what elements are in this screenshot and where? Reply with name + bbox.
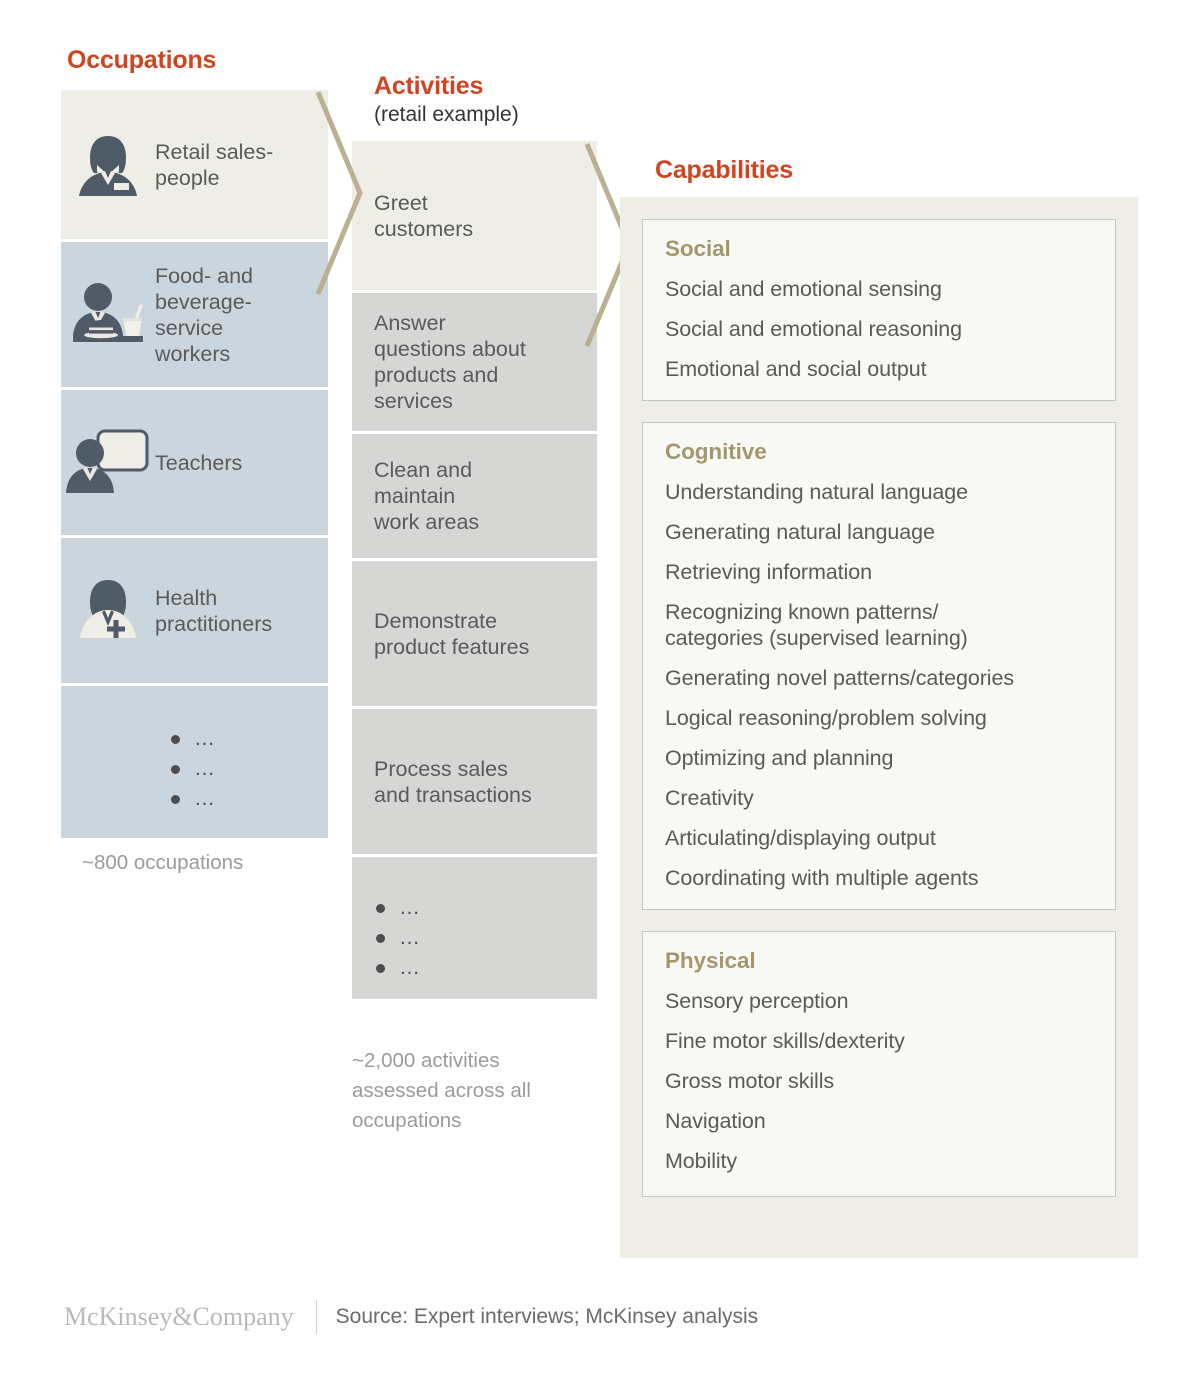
occupation-row-food-beverage-workers[interactable]: Food- and beverage- service workers [61, 242, 328, 390]
ellipsis-list: … … … [61, 686, 328, 814]
activity-row-greet-customers[interactable]: Greet customers [352, 141, 597, 293]
capability-item: Generating natural language [665, 520, 935, 544]
occupations-caption: ~800 occupations [82, 851, 244, 874]
footer-source-text: Source: Expert interviews; McKinsey anal… [335, 1305, 759, 1328]
bullet-icon [376, 933, 385, 943]
occupation-label: Teachers [155, 450, 243, 475]
activity-label: Greet customers [374, 190, 474, 241]
health-practitioner-icon [61, 574, 155, 648]
ellipsis-text: … [194, 787, 218, 810]
activities-column: Greet customers Answer questions about p… [352, 141, 597, 999]
capability-group-title: Physical [665, 948, 756, 973]
list-item: … [376, 893, 587, 923]
capability-item: Generating novel patterns/categories [665, 666, 1014, 690]
occupation-row-teachers[interactable]: Teachers [61, 390, 328, 538]
capability-item: Sensory perception [665, 989, 849, 1013]
capability-group-cognitive[interactable]: Cognitive Understanding natural language… [642, 422, 1116, 910]
capability-item: Optimizing and planning [665, 746, 894, 770]
activity-row-answer-questions[interactable]: Answer questions about products and serv… [352, 293, 597, 434]
footer: McKinsey&Company Source: Expert intervie… [64, 1300, 758, 1334]
capability-group-title: Cognitive [665, 439, 767, 464]
list-item: … [171, 784, 328, 814]
activity-label: Clean and maintain work areas [374, 458, 480, 534]
capability-group-physical[interactable]: Physical Sensory perception Fine motor s… [642, 931, 1116, 1197]
occupations-column: Retail sales- people Food- and beverage-… [61, 90, 328, 838]
activity-label: Process sales and transactions [374, 756, 532, 807]
bullet-icon [171, 734, 180, 744]
retail-salesperson-icon [61, 128, 155, 202]
ellipsis-text: … [194, 757, 218, 780]
capability-group-title: Social [665, 236, 731, 261]
list-item: … [171, 754, 328, 784]
capability-item: Coordinating with multiple agents [665, 866, 979, 890]
occupation-row-retail-salespeople[interactable]: Retail sales- people [61, 90, 328, 242]
list-item: … [376, 923, 587, 953]
activity-row-clean-maintain[interactable]: Clean and maintain work areas [352, 434, 597, 561]
list-item: … [171, 724, 328, 754]
activities-column-title: Activities [374, 72, 484, 100]
occupation-label: Health practitioners [155, 585, 273, 636]
food-beverage-worker-icon [61, 278, 155, 352]
bullet-icon [376, 963, 385, 973]
activities-caption: ~2,000 activities assessed across all oc… [352, 1049, 531, 1132]
capability-item: Mobility [665, 1149, 738, 1173]
bullet-icon [171, 794, 180, 804]
capability-group-social[interactable]: Social Social and emotional sensing Soci… [642, 219, 1116, 401]
activity-row-more: … … … [352, 857, 597, 999]
capability-item: Articulating/displaying output [665, 826, 936, 850]
capability-item: Logical reasoning/problem solving [665, 706, 987, 730]
capability-item: Fine motor skills/dexterity [665, 1029, 905, 1053]
teacher-icon [61, 425, 155, 501]
capabilities-column-title: Capabilities [655, 156, 793, 184]
activity-label: Demonstrate product features [374, 608, 530, 659]
capabilities-panel: Social Social and emotional sensing Soci… [620, 197, 1138, 1258]
ellipsis-text: … [399, 956, 423, 979]
capability-item: Social and emotional sensing [665, 277, 942, 301]
infographic-canvas: Occupations Activities (retail example) … [0, 0, 1190, 1376]
activity-row-demonstrate-features[interactable]: Demonstrate product features [352, 561, 597, 709]
capability-item: Recognizing known patterns/ categories (… [665, 600, 968, 650]
bullet-icon [171, 764, 180, 774]
capability-item: Emotional and social output [665, 357, 927, 381]
occupation-label: Retail sales- people [155, 139, 274, 190]
ellipsis-text: … [399, 926, 423, 949]
ellipsis-text: … [399, 896, 423, 919]
activities-column-subtitle: (retail example) [374, 103, 519, 126]
footer-divider [315, 1300, 317, 1334]
activity-row-process-sales[interactable]: Process sales and transactions [352, 709, 597, 857]
capability-item: Gross motor skills [665, 1069, 835, 1093]
capability-item: Understanding natural language [665, 480, 969, 504]
capability-item: Social and emotional reasoning [665, 317, 963, 341]
capability-item: Navigation [665, 1109, 766, 1133]
mckinsey-logo: McKinsey&Company [64, 1302, 294, 1331]
capability-item: Creativity [665, 786, 754, 810]
occupation-label: Food- and beverage- service workers [155, 263, 254, 366]
occupations-column-title: Occupations [67, 46, 217, 74]
occupation-row-more: … … … [61, 686, 328, 838]
bullet-icon [376, 903, 385, 913]
occupation-row-health-practitioners[interactable]: Health practitioners [61, 538, 328, 686]
ellipsis-text: … [194, 727, 218, 750]
activity-label: Answer questions about products and serv… [374, 311, 526, 413]
list-item: … [376, 953, 587, 983]
capability-item: Retrieving information [665, 560, 872, 584]
ellipsis-list: … … … [352, 857, 587, 983]
